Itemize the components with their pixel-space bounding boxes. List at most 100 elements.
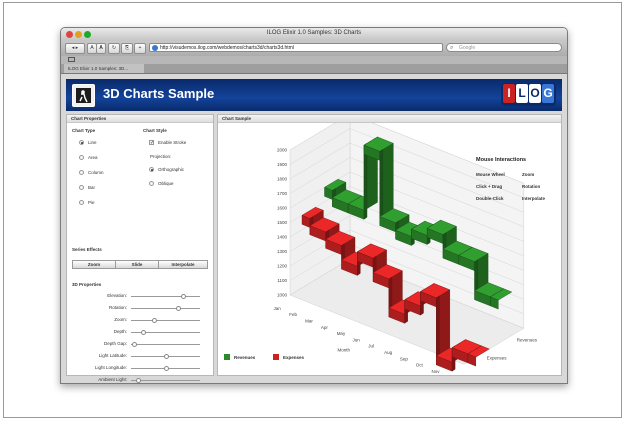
slider-thumb[interactable] xyxy=(175,306,181,311)
y-tick-label: 1800 xyxy=(277,177,288,182)
orthographic-label: Orthographic xyxy=(158,167,185,172)
y-tick-label: 2000 xyxy=(277,148,288,153)
legend-expenses-label: Expenses xyxy=(283,355,305,360)
x-tick-label: Mar xyxy=(305,319,313,324)
enable-stroke-checkbox[interactable]: ✓ xyxy=(149,140,154,146)
radio-orthographic[interactable] xyxy=(149,167,154,172)
text-bigger-button[interactable]: A xyxy=(96,43,106,54)
y-tick-label: 1000 xyxy=(277,293,288,298)
radio-bar[interactable] xyxy=(79,185,84,190)
logo-letter-o: O xyxy=(529,84,541,103)
legend-revenues-label: Revenues xyxy=(234,355,256,360)
window-title: ILOG Elixir 1.0 Samples: 3D Charts xyxy=(266,30,362,36)
mouse-action-3: Double-Click xyxy=(476,196,504,201)
y-tick-label: 1300 xyxy=(277,249,288,254)
slider-thumb[interactable] xyxy=(164,354,169,359)
properties-3d-heading: 3D Properties xyxy=(72,282,102,287)
mouse-effect-1: Zoom xyxy=(522,172,535,177)
interpolate-effect-button[interactable]: Interpolate xyxy=(158,260,208,269)
reload-button[interactable]: ↻ xyxy=(108,43,120,54)
x-axis-title: Month xyxy=(338,347,351,352)
enable-stroke-label: Enable Stroke xyxy=(158,140,187,145)
browser-toolbar: ◂ ▸ A A ↻ ⎘ + http://visudemos.ilog.com/… xyxy=(61,41,567,56)
x-tick-label: Jun xyxy=(353,337,361,342)
y-tick-label: 1500 xyxy=(277,220,288,225)
radio-oblique[interactable] xyxy=(149,181,154,186)
mouse-action-2: Click + Drag xyxy=(476,184,503,189)
oblique-label: Oblique xyxy=(158,181,174,186)
slider-thumb[interactable] xyxy=(180,294,186,299)
slider-label: Elevation: xyxy=(107,293,127,298)
slider-label: Light Longitude: xyxy=(94,365,127,370)
slider-thumb[interactable] xyxy=(136,378,142,383)
mouse-effect-3: Interpolate xyxy=(522,196,546,201)
slider-label: Ambient Light: xyxy=(98,377,127,382)
y-tick-label: 1600 xyxy=(277,206,288,211)
option-bar-label: Bar xyxy=(88,185,96,190)
option-area-label: Area xyxy=(88,155,98,160)
add-bookmark-button[interactable]: + xyxy=(134,43,146,54)
logo-letter-g: G xyxy=(542,84,554,103)
radio-area[interactable] xyxy=(79,155,84,160)
slider-track[interactable] xyxy=(131,344,200,345)
zoom-effect-button[interactable]: Zoom xyxy=(72,260,116,269)
address-bar[interactable]: http://visudemos.ilog.com/webdemos/chart… xyxy=(149,43,443,52)
logo-letter-i: I xyxy=(503,84,515,103)
x-tick-label: Aug xyxy=(384,350,393,355)
tab-bar: ILOG Elixir 1.0 Samples: 3D... xyxy=(61,64,567,74)
slider-track[interactable] xyxy=(131,296,200,297)
slider-label: Zoom: xyxy=(114,317,127,322)
series-revenues-riser xyxy=(379,149,384,226)
tab-3d-charts[interactable]: ILOG Elixir 1.0 Samples: 3D... xyxy=(64,64,144,73)
y-tick-label: 1100 xyxy=(277,278,287,283)
y-tick-label: 1200 xyxy=(277,264,288,269)
slider-label: Depth: xyxy=(113,329,127,334)
search-placeholder: Google xyxy=(459,45,476,51)
app-title: 3D Charts Sample xyxy=(103,86,215,101)
slider-thumb[interactable] xyxy=(152,318,158,323)
x-tick-label: Jul xyxy=(368,344,374,349)
x-tick-label: May xyxy=(337,331,346,336)
back-forward-button[interactable]: ◂ ▸ xyxy=(65,43,85,54)
x-tick-label: Sep xyxy=(400,356,409,361)
x-tick-label: Jan xyxy=(274,306,282,311)
chart-style-heading: Chart Style xyxy=(143,128,167,133)
depth-label: Expenses xyxy=(487,355,508,360)
x-tick-label: Apr xyxy=(321,325,329,330)
chart-sample-panel: Chart Sample 1000 1100 1200 1300 1400 1500 160… xyxy=(217,114,562,376)
app-logo-icon xyxy=(72,84,95,107)
slider-label: Depth Gap: xyxy=(103,341,127,346)
radio-line[interactable] xyxy=(79,140,84,145)
url-text: http://visudemos.ilog.com/webdemos/chart… xyxy=(160,45,294,51)
browser-window: ILOG Elixir 1.0 Samples: 3D Charts ◂ ▸ A… xyxy=(60,27,568,384)
slider-label: Light Latitude: xyxy=(98,353,127,358)
search-field[interactable]: ⌕ Google xyxy=(446,43,562,52)
option-line-label: Line xyxy=(88,140,97,145)
snapback-button[interactable]: ⎘ xyxy=(121,43,133,54)
app-banner: 3D Charts Sample I L O G xyxy=(66,79,562,111)
y-tick-label: 1700 xyxy=(277,191,288,196)
slide-effect-button[interactable]: Slide xyxy=(115,260,159,269)
slider-track[interactable] xyxy=(131,308,200,309)
radio-pie[interactable] xyxy=(79,200,84,205)
y-tick-label: 1900 xyxy=(277,162,288,167)
bookmarks-icon[interactable] xyxy=(68,57,75,62)
slider-thumb[interactable] xyxy=(140,330,146,335)
option-column-label: Column xyxy=(88,170,104,175)
slider-label: Rotation: xyxy=(108,305,127,310)
radio-column[interactable] xyxy=(79,170,84,175)
slider-thumb[interactable] xyxy=(164,366,169,371)
option-pie-label: Pie xyxy=(88,200,95,205)
slider-track[interactable] xyxy=(131,380,200,381)
legend-expenses-swatch xyxy=(273,354,279,360)
projection-label: Projection: xyxy=(150,154,172,159)
chart-type-heading: Chart Type xyxy=(72,128,96,133)
slider-track[interactable] xyxy=(131,320,200,321)
mouse-effect-2: Rotation xyxy=(522,184,541,189)
depth-label: Revenues xyxy=(517,337,538,342)
x-tick-label: Oct xyxy=(416,363,424,368)
x-tick-label: Feb xyxy=(289,312,297,317)
globe-icon xyxy=(152,45,158,51)
slider-thumb[interactable] xyxy=(132,342,138,347)
logo-letter-l: L xyxy=(516,84,528,103)
